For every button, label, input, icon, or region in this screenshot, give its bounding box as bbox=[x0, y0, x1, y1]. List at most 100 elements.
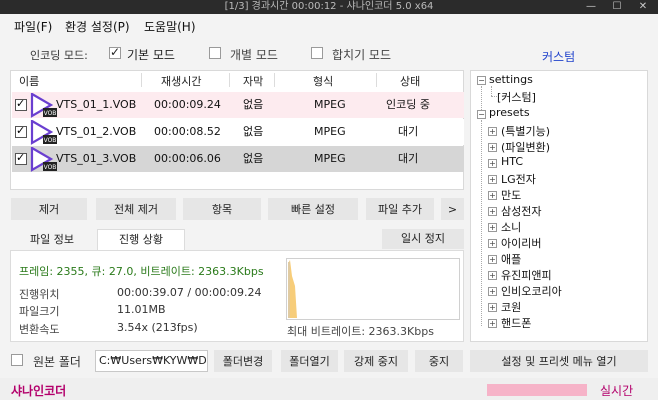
row-checkbox[interactable] bbox=[15, 151, 27, 165]
tree-node-preset[interactable]: 삼성전자 bbox=[501, 203, 541, 219]
row-format: MPEG bbox=[314, 152, 346, 165]
header-divider bbox=[376, 73, 377, 87]
tree-node-preset[interactable]: 애플 bbox=[501, 251, 521, 267]
speed-label: 변환속도 bbox=[19, 323, 60, 336]
tree-node-preset[interactable]: 아이리버 bbox=[501, 235, 541, 251]
preset-menu-button[interactable]: 설정 및 프리셋 메뉴 열기 bbox=[470, 350, 648, 372]
row-duration: 00:00:08.52 bbox=[154, 125, 221, 138]
row-name: VTS_01_3.VOB bbox=[56, 152, 137, 165]
table-row[interactable]: VOB VTS_01_1.VOB 00:00:09.24 없음 MPEG 인코딩… bbox=[12, 92, 464, 118]
basic-mode-checkbox[interactable] bbox=[109, 45, 121, 59]
tree-node-preset[interactable]: 인비오코리아 bbox=[501, 283, 562, 299]
table-row[interactable]: VOB VTS_01_2.VOB 00:00:08.52 없음 MPEG 대기 bbox=[12, 119, 464, 145]
menu-settings[interactable]: 환경 설정(P) bbox=[65, 18, 130, 35]
pause-button[interactable]: 일시 정지 bbox=[382, 229, 464, 249]
expand-icon[interactable]: + bbox=[488, 239, 497, 248]
remove-button[interactable]: 제거 bbox=[11, 198, 87, 220]
expand-icon[interactable]: + bbox=[488, 255, 497, 264]
header-duration[interactable]: 재생시간 bbox=[161, 73, 201, 89]
realtime-bar bbox=[487, 384, 587, 396]
tree-node-presets[interactable]: presets bbox=[489, 106, 530, 119]
remove-all-button[interactable]: 전체 제거 bbox=[96, 198, 176, 220]
app-name: 샤나인코더 bbox=[11, 384, 67, 398]
row-status: 대기 bbox=[398, 125, 419, 138]
tree-node-preset[interactable]: (특별기능) bbox=[501, 123, 550, 139]
row-status: 인코딩 중 bbox=[386, 98, 430, 111]
header-status[interactable]: 상태 bbox=[400, 73, 420, 89]
file-list[interactable]: 이름 재생시간 자막 형식 상태 VOB VTS_01_1.VOB 00:00:… bbox=[10, 70, 464, 190]
individual-mode-label[interactable]: 개별 모드 bbox=[230, 46, 278, 63]
tree-line bbox=[481, 86, 482, 112]
tree-node-settings[interactable]: settings bbox=[489, 73, 533, 86]
tree-node-preset[interactable]: 소니 bbox=[501, 219, 521, 235]
speed-value: 3.54x (213fps) bbox=[117, 321, 198, 334]
row-checkbox[interactable] bbox=[15, 124, 27, 138]
row-format: MPEG bbox=[314, 98, 346, 111]
tree-node-preset[interactable]: (파일변환) bbox=[501, 139, 550, 155]
minimize-icon[interactable]: — bbox=[578, 0, 604, 14]
maximize-icon[interactable]: ☐ bbox=[604, 0, 630, 14]
force-stop-button[interactable]: 강제 중지 bbox=[344, 350, 408, 372]
vob-file-icon: VOB bbox=[30, 120, 57, 145]
expand-icon[interactable]: + bbox=[488, 191, 497, 200]
close-icon[interactable]: ✕ bbox=[630, 0, 656, 14]
expand-icon[interactable]: + bbox=[488, 143, 497, 152]
menu-help[interactable]: 도움말(H) bbox=[144, 18, 196, 35]
tree-node-preset[interactable]: HTC bbox=[501, 155, 523, 168]
vob-badge: VOB bbox=[44, 164, 57, 171]
source-folder-label[interactable]: 원본 폴더 bbox=[33, 353, 81, 370]
bitrate-graph bbox=[286, 258, 460, 320]
stop-button[interactable]: 중지 bbox=[415, 350, 463, 372]
header-name[interactable]: 이름 bbox=[19, 73, 39, 89]
expand-icon[interactable]: + bbox=[488, 319, 497, 328]
item-button[interactable]: 항목 bbox=[183, 198, 261, 220]
collapse-icon[interactable]: − bbox=[477, 110, 486, 119]
row-name: VTS_01_1.VOB bbox=[56, 98, 137, 111]
merge-mode-checkbox[interactable] bbox=[311, 47, 323, 59]
preset-tree[interactable]: − settings [커스텀] − presets + (특별기능) + (파… bbox=[470, 70, 648, 342]
header-divider bbox=[274, 73, 275, 87]
expand-icon[interactable]: + bbox=[488, 175, 497, 184]
header-subtitle[interactable]: 자막 bbox=[243, 73, 263, 89]
expand-icon[interactable]: + bbox=[488, 303, 497, 312]
tab-progress[interactable]: 진행 상황 bbox=[97, 229, 185, 251]
vob-badge: VOB bbox=[44, 137, 57, 144]
tree-node-custom[interactable]: [커스텀] bbox=[497, 89, 536, 105]
more-button[interactable]: > bbox=[441, 198, 464, 220]
add-file-button[interactable]: 파일 추가 bbox=[366, 198, 434, 220]
tree-node-preset[interactable]: LG전자 bbox=[501, 171, 536, 187]
quick-settings-button[interactable]: 빠른 설정 bbox=[268, 198, 358, 220]
open-folder-button[interactable]: 폴더열기 bbox=[281, 350, 338, 372]
tree-node-preset[interactable]: 유진피앤피 bbox=[501, 267, 552, 283]
individual-mode-checkbox[interactable] bbox=[209, 47, 221, 59]
merge-mode-label[interactable]: 합치기 모드 bbox=[332, 46, 391, 63]
expand-icon[interactable]: + bbox=[488, 127, 497, 136]
header-format[interactable]: 형식 bbox=[313, 73, 333, 89]
expand-icon[interactable]: + bbox=[488, 159, 497, 168]
output-path-field[interactable]: C:₩Users₩KYW₩Desk bbox=[95, 350, 208, 372]
title-bar: [1/3] 경과시간 00:00:12 - 샤나인코더 5.0 x64 — ☐ … bbox=[0, 0, 658, 14]
tree-node-preset[interactable]: 코원 bbox=[501, 299, 521, 315]
header-divider bbox=[229, 73, 230, 87]
expand-icon[interactable]: + bbox=[488, 287, 497, 296]
change-folder-button[interactable]: 폴더변경 bbox=[214, 350, 272, 372]
vob-badge: VOB bbox=[44, 110, 57, 117]
custom-link[interactable]: 커스텀 bbox=[542, 48, 575, 65]
expand-icon[interactable]: + bbox=[488, 207, 497, 216]
realtime-label: 실시간 bbox=[600, 384, 634, 398]
table-row[interactable]: VOB VTS_01_3.VOB 00:00:06.06 없음 MPEG 대기 bbox=[12, 146, 464, 172]
tree-node-preset[interactable]: 만도 bbox=[501, 187, 521, 203]
row-status: 대기 bbox=[398, 152, 419, 165]
progress-panel: 프레임: 2355, 큐: 27.0, 비트레이트: 2363.3Kbps 진행… bbox=[10, 250, 464, 342]
row-subtitle: 없음 bbox=[243, 98, 264, 111]
basic-mode-label[interactable]: 기본 모드 bbox=[127, 46, 175, 63]
row-checkbox[interactable] bbox=[15, 97, 27, 111]
source-folder-checkbox[interactable] bbox=[11, 354, 23, 366]
tab-file-info[interactable]: 파일 정보 bbox=[14, 230, 90, 250]
collapse-icon[interactable]: − bbox=[477, 76, 486, 85]
tree-node-preset[interactable]: 핸드폰 bbox=[501, 315, 531, 331]
menu-file[interactable]: 파일(F) bbox=[14, 18, 52, 35]
tree-line bbox=[481, 120, 482, 326]
expand-icon[interactable]: + bbox=[488, 271, 497, 280]
expand-icon[interactable]: + bbox=[488, 223, 497, 232]
